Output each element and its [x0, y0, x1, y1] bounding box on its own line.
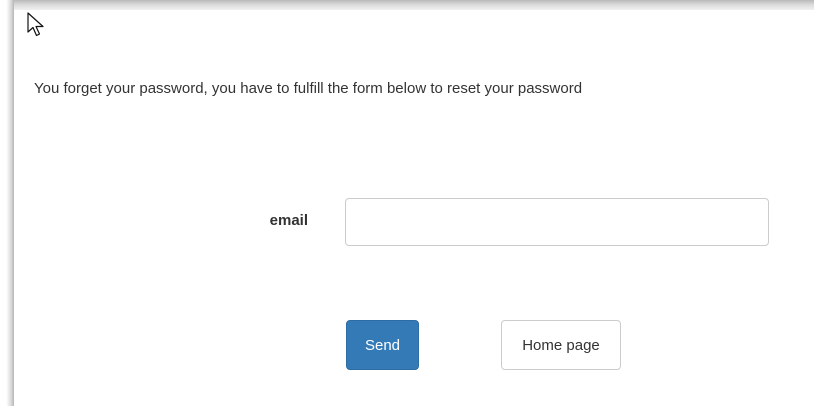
- send-button[interactable]: Send: [346, 320, 419, 370]
- instructions-text: You forget your password, you have to fu…: [34, 80, 583, 97]
- left-edge-shadow: [0, 0, 14, 406]
- reset-password-page: You forget your password, you have to fu…: [14, 10, 814, 406]
- window-frame: You forget your password, you have to fu…: [0, 0, 814, 406]
- home-page-button[interactable]: Home page: [501, 320, 621, 370]
- email-label: email: [269, 212, 308, 229]
- email-input[interactable]: [345, 198, 769, 246]
- mouse-pointer-icon: [27, 12, 44, 37]
